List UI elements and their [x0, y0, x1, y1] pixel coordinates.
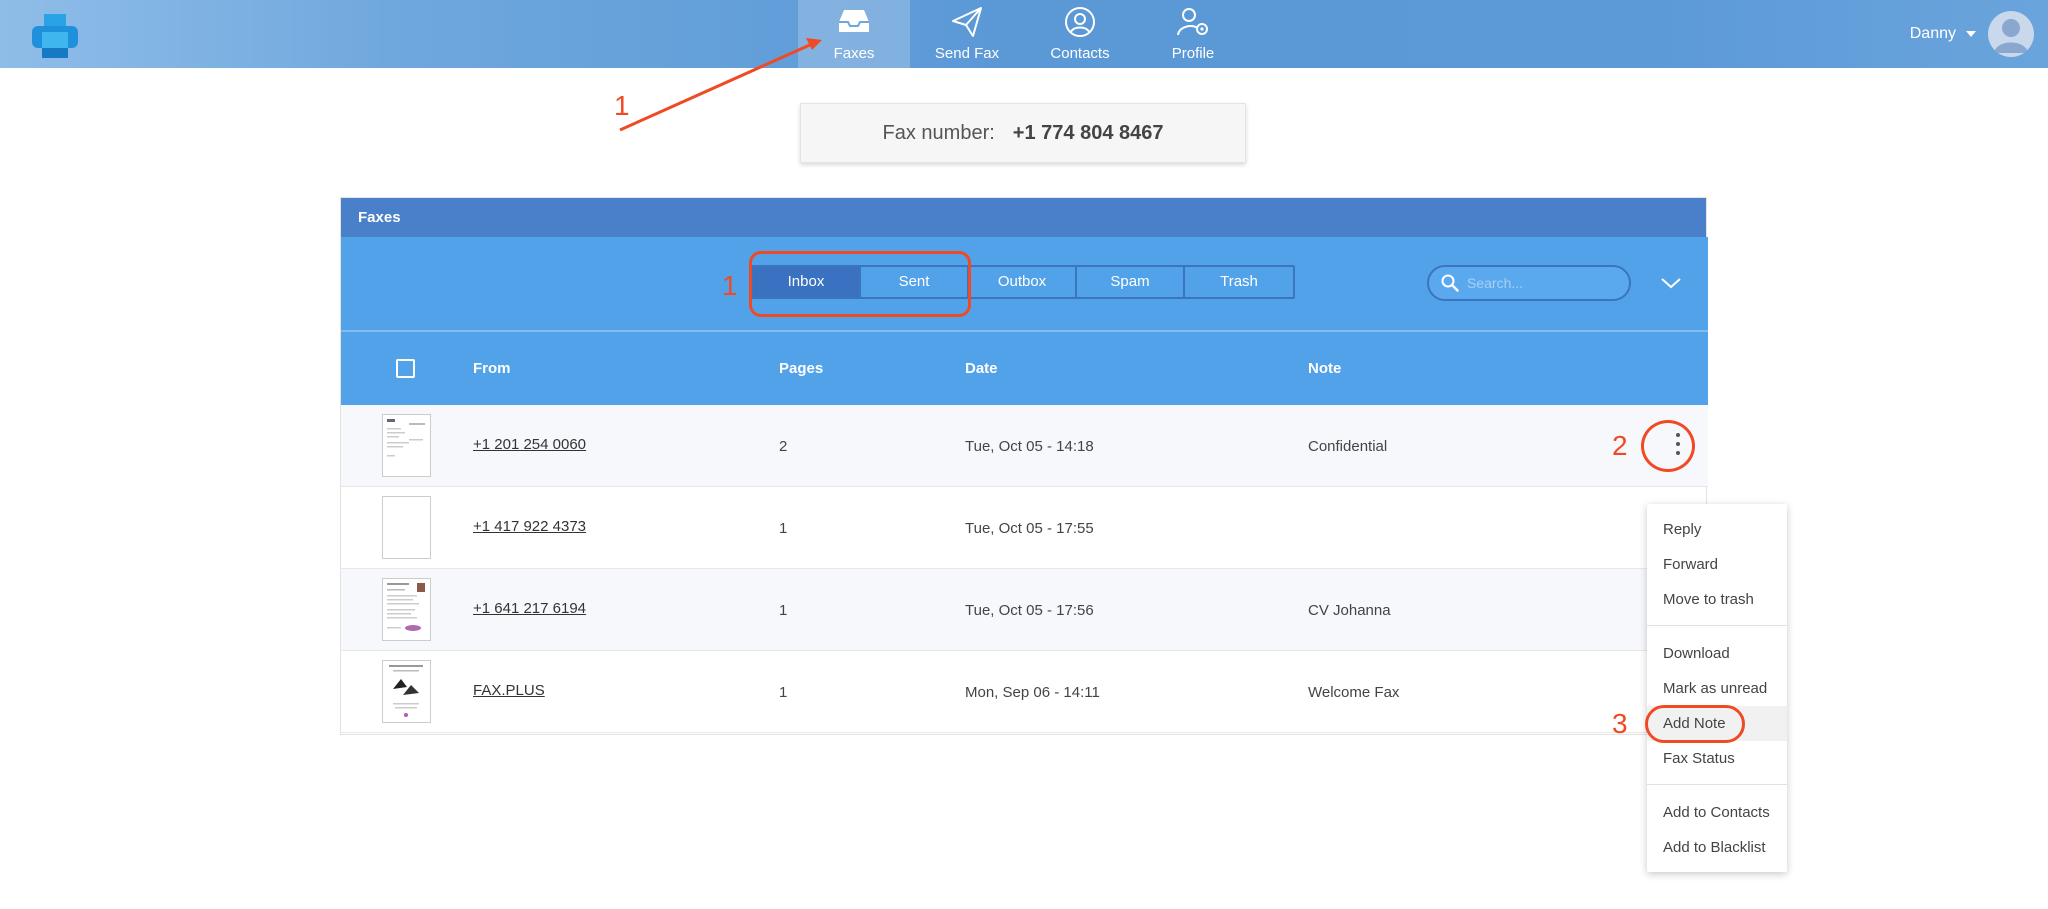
fax-date: Tue, Oct 05 - 17:56	[965, 602, 1094, 619]
faxes-panel: Faxes Inbox Sent Outbox Spam Trash From …	[340, 197, 1708, 735]
fax-pages: 1	[779, 520, 788, 537]
nav-send-fax[interactable]: Send Fax	[911, 0, 1023, 68]
fax-thumbnail[interactable]	[382, 496, 431, 559]
user-gear-icon	[1177, 8, 1208, 36]
header-date: Date	[965, 360, 998, 377]
annotation-highlight-kebab	[1641, 420, 1695, 472]
menu-item-download[interactable]: Download	[1647, 636, 1787, 671]
fax-number-value: +1 774 804 8467	[1012, 121, 1164, 144]
annotation-step-2: 2	[1612, 430, 1628, 461]
chevron-down-icon[interactable]	[1657, 269, 1685, 297]
fax-number-box: Fax number: +1 774 804 8467	[800, 103, 1246, 163]
header-note: Note	[1308, 360, 1342, 377]
tab-spam[interactable]: Spam	[1077, 267, 1185, 297]
fax-pages: 1	[779, 602, 788, 619]
table-row[interactable]: +1 201 254 0060 2 Tue, Oct 05 - 14:18 Co…	[341, 405, 1708, 487]
user-circle-icon	[1065, 7, 1095, 37]
tab-trash[interactable]: Trash	[1185, 267, 1293, 297]
search-input[interactable]	[1467, 275, 1617, 291]
nav-contacts-label: Contacts	[1050, 45, 1110, 62]
menu-item-reply[interactable]: Reply	[1647, 512, 1787, 547]
nav-profile-label: Profile	[1171, 45, 1215, 62]
menu-item-move-to-trash[interactable]: Move to trash	[1647, 582, 1787, 617]
menu-divider	[1647, 784, 1787, 785]
fax-thumbnail[interactable]	[382, 578, 431, 641]
fax-from-link[interactable]: +1 417 922 4373	[473, 518, 586, 535]
inbox-icon	[839, 10, 869, 32]
panel-title: Faxes	[341, 198, 1706, 237]
annotation-highlight-tabs	[749, 251, 971, 317]
table-row[interactable]: +1 641 217 6194 1 Tue, Oct 05 - 17:56 CV…	[341, 569, 1708, 651]
avatar[interactable]	[1988, 11, 2034, 57]
document-preview-icon	[387, 419, 425, 457]
table-header: From Pages Date Note	[341, 332, 1708, 405]
annotation-step-1-nav: 1	[614, 90, 630, 121]
user-menu[interactable]: Danny	[1910, 10, 2034, 58]
avatar-silhouette-icon	[1994, 19, 2028, 53]
caret-down-icon	[1966, 31, 1976, 37]
header-from: From	[473, 360, 511, 377]
search-icon	[1441, 274, 1459, 292]
tab-outbox[interactable]: Outbox	[969, 267, 1077, 297]
annotation-step-1-tabs: 1	[722, 270, 738, 301]
paper-plane-icon	[952, 7, 982, 37]
fax-thumbnail[interactable]	[382, 660, 431, 723]
annotation-step-3: 3	[1612, 708, 1628, 739]
fax-from-link[interactable]: +1 641 217 6194	[473, 600, 586, 617]
table-row[interactable]: +1 417 922 4373 1 Tue, Oct 05 - 17:55	[341, 487, 1708, 569]
document-preview-icon	[387, 583, 425, 631]
menu-divider	[1647, 625, 1787, 626]
menu-item-fax-status[interactable]: Fax Status	[1647, 741, 1787, 776]
nav-faxes-label: Faxes	[833, 45, 875, 62]
fax-thumbnail[interactable]	[382, 414, 431, 477]
fax-date: Mon, Sep 06 - 14:11	[965, 684, 1100, 701]
annotation-highlight-add-note	[1645, 705, 1745, 743]
fax-pages: 2	[779, 438, 788, 455]
menu-item-forward[interactable]: Forward	[1647, 547, 1787, 582]
fax-plus-logo-icon[interactable]	[30, 12, 80, 60]
nav-profile[interactable]: Profile	[1137, 0, 1249, 68]
fax-date: Tue, Oct 05 - 17:55	[965, 520, 1094, 537]
table-row[interactable]: FAX.PLUS 1 Mon, Sep 06 - 14:11 Welcome F…	[341, 651, 1708, 733]
fax-from-link[interactable]: FAX.PLUS	[473, 682, 545, 699]
fax-pages: 1	[779, 684, 788, 701]
user-name: Danny	[1909, 25, 1956, 42]
top-navbar: Faxes Send Fax Contacts Profile Danny	[0, 0, 2048, 68]
faxes-toolbar: Inbox Sent Outbox Spam Trash	[341, 237, 1708, 332]
nav-faxes[interactable]: Faxes	[798, 0, 910, 68]
document-preview-icon	[389, 665, 423, 717]
menu-item-mark-as-unread[interactable]: Mark as unread	[1647, 671, 1787, 706]
header-pages: Pages	[779, 360, 824, 377]
nav-contacts[interactable]: Contacts	[1024, 0, 1136, 68]
fax-note: Welcome Fax	[1308, 684, 1400, 701]
fax-note: CV Johanna	[1308, 602, 1391, 619]
search-box[interactable]	[1427, 265, 1631, 301]
menu-item-add-to-contacts[interactable]: Add to Contacts	[1647, 795, 1787, 830]
fax-number-label: Fax number:	[882, 121, 995, 144]
menu-item-add-to-blacklist[interactable]: Add to Blacklist	[1647, 830, 1787, 865]
fax-from-link[interactable]: +1 201 254 0060	[473, 436, 586, 453]
fax-context-menu: Reply Forward Move to trash Download Mar…	[1647, 504, 1787, 872]
fax-date: Tue, Oct 05 - 14:18	[965, 438, 1094, 455]
fax-note: Confidential	[1308, 438, 1388, 455]
nav-send-fax-label: Send Fax	[934, 45, 1000, 62]
select-all-checkbox[interactable]	[396, 359, 415, 378]
